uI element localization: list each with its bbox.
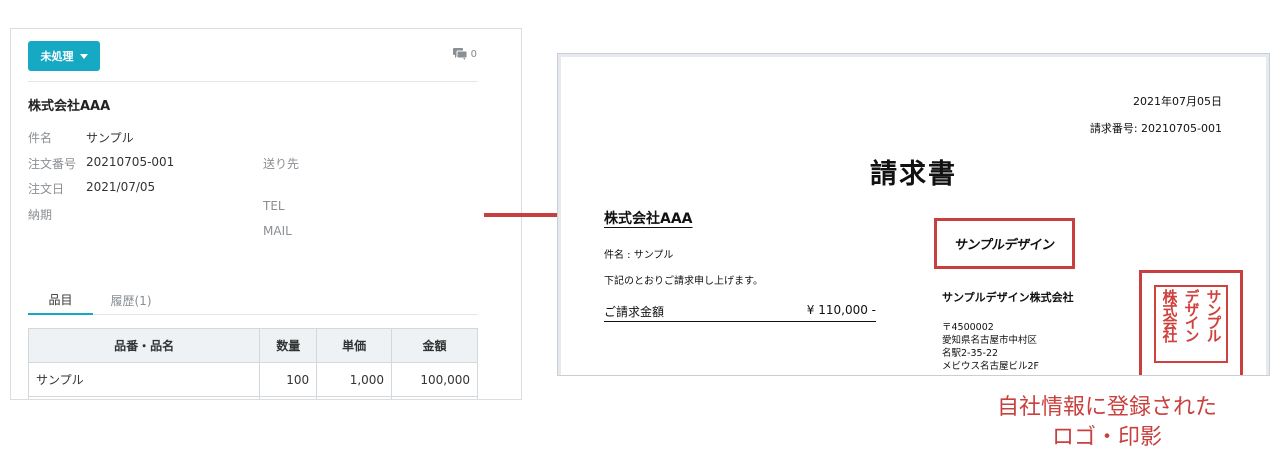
column-header: 単価 [316, 328, 393, 363]
invoice-lead-text: 下記のとおりご請求申し上げます。 [604, 276, 763, 287]
caption-line: ロゴ・印影 [1051, 425, 1162, 450]
invoice-recipient: 株式会社AAA [604, 211, 693, 227]
tab-history[interactable]: 履歴(1) [96, 285, 166, 315]
annotation-caption: 自社情報に登録された ロゴ・印影 [947, 393, 1267, 453]
comment-icon [452, 48, 467, 60]
invoice-title: 請求書 [870, 159, 957, 190]
table-row [27, 396, 478, 399]
cell-quantity: 100 [259, 362, 318, 397]
customer-name: 株式会社AAA [28, 99, 111, 114]
cell-unit-price: 1,000 [316, 362, 393, 397]
invoice-date: 2021年07月05日 [1133, 95, 1222, 108]
order-panel: 未処理 0 株式会社AAA 件名 サンプル 注文番号 20210705-001 … [10, 28, 522, 400]
divider [28, 81, 478, 82]
comment-counter[interactable]: 0 [452, 48, 477, 60]
comment-count: 0 [470, 48, 477, 60]
field-label: 件名 [28, 131, 53, 145]
field-label: 注文日 [28, 182, 65, 196]
items-table: 品番・品名 数量 単価 金額 サンプル 100 1,000 100,000 [27, 328, 478, 399]
column-header: 数量 [259, 328, 318, 363]
logo-highlight: サンプルデザイン [934, 218, 1075, 269]
amount-label: ご請求金額 [604, 305, 665, 319]
tab-items[interactable]: 品目 [28, 285, 93, 315]
ship-to-label: 送り先 [263, 157, 300, 171]
address-line: 名駅2-35-22 [942, 348, 999, 359]
field-label: 注文番号 [28, 157, 77, 171]
caret-down-icon [79, 53, 88, 59]
field-label: 納期 [28, 208, 53, 222]
invoice-page: 2021年07月05日 請求番号: 20210705-001 請求書 株式会社A… [561, 57, 1266, 375]
invoice-number: 請求番号: 20210705-001 [1089, 122, 1222, 135]
table-row[interactable]: サンプル 100 1,000 100,000 [27, 362, 478, 397]
seal-text: デザイン [1183, 289, 1199, 341]
stage: 未処理 0 株式会社AAA 件名 サンプル 注文番号 20210705-001 … [0, 0, 1280, 472]
column-header: 品番・品名 [27, 328, 261, 363]
company-logo: サンプルデザイン [953, 238, 1056, 253]
field-value: 2021/07/05 [86, 180, 156, 194]
address-line: 〒4500002 [942, 322, 994, 333]
status-dropdown-button[interactable]: 未処理 [28, 41, 100, 71]
company-seal: サンプル デザイン 株式会社 [1154, 285, 1228, 363]
status-label: 未処理 [40, 50, 74, 63]
caption-line: 自社情報に登録された [996, 395, 1217, 420]
tel-label: TEL [263, 199, 285, 213]
table-header-row: 品番・品名 数量 単価 金額 [27, 328, 478, 363]
invoice-preview: 2021年07月05日 請求番号: 20210705-001 請求書 株式会社A… [557, 53, 1270, 376]
seal-text: サンプル [1205, 289, 1221, 341]
field-value: サンプル [86, 131, 134, 145]
address-line: 愛知県名古屋市中村区 [942, 335, 1038, 346]
invoice-amount: ご請求金額 ¥ 110,000 - [604, 300, 876, 322]
field-value: 20210705-001 [86, 155, 175, 169]
mail-label: MAIL [263, 224, 292, 238]
amount-value: ¥ 110,000 - [806, 303, 876, 317]
invoice-subject: 件名 : サンプル [604, 250, 674, 261]
column-header: 金額 [391, 328, 478, 363]
address-line: メビウス名古屋ビル2F [942, 361, 1040, 372]
cell-amount: 100,000 [391, 362, 478, 397]
tab-bar: 品目 履歴(1) [28, 285, 478, 315]
seal-text: 株式会社 [1161, 289, 1177, 341]
cell-item-name: サンプル [27, 362, 261, 397]
issuer-company-name: サンプルデザイン株式会社 [942, 291, 1074, 304]
seal-highlight: サンプル デザイン 株式会社 [1139, 270, 1243, 375]
